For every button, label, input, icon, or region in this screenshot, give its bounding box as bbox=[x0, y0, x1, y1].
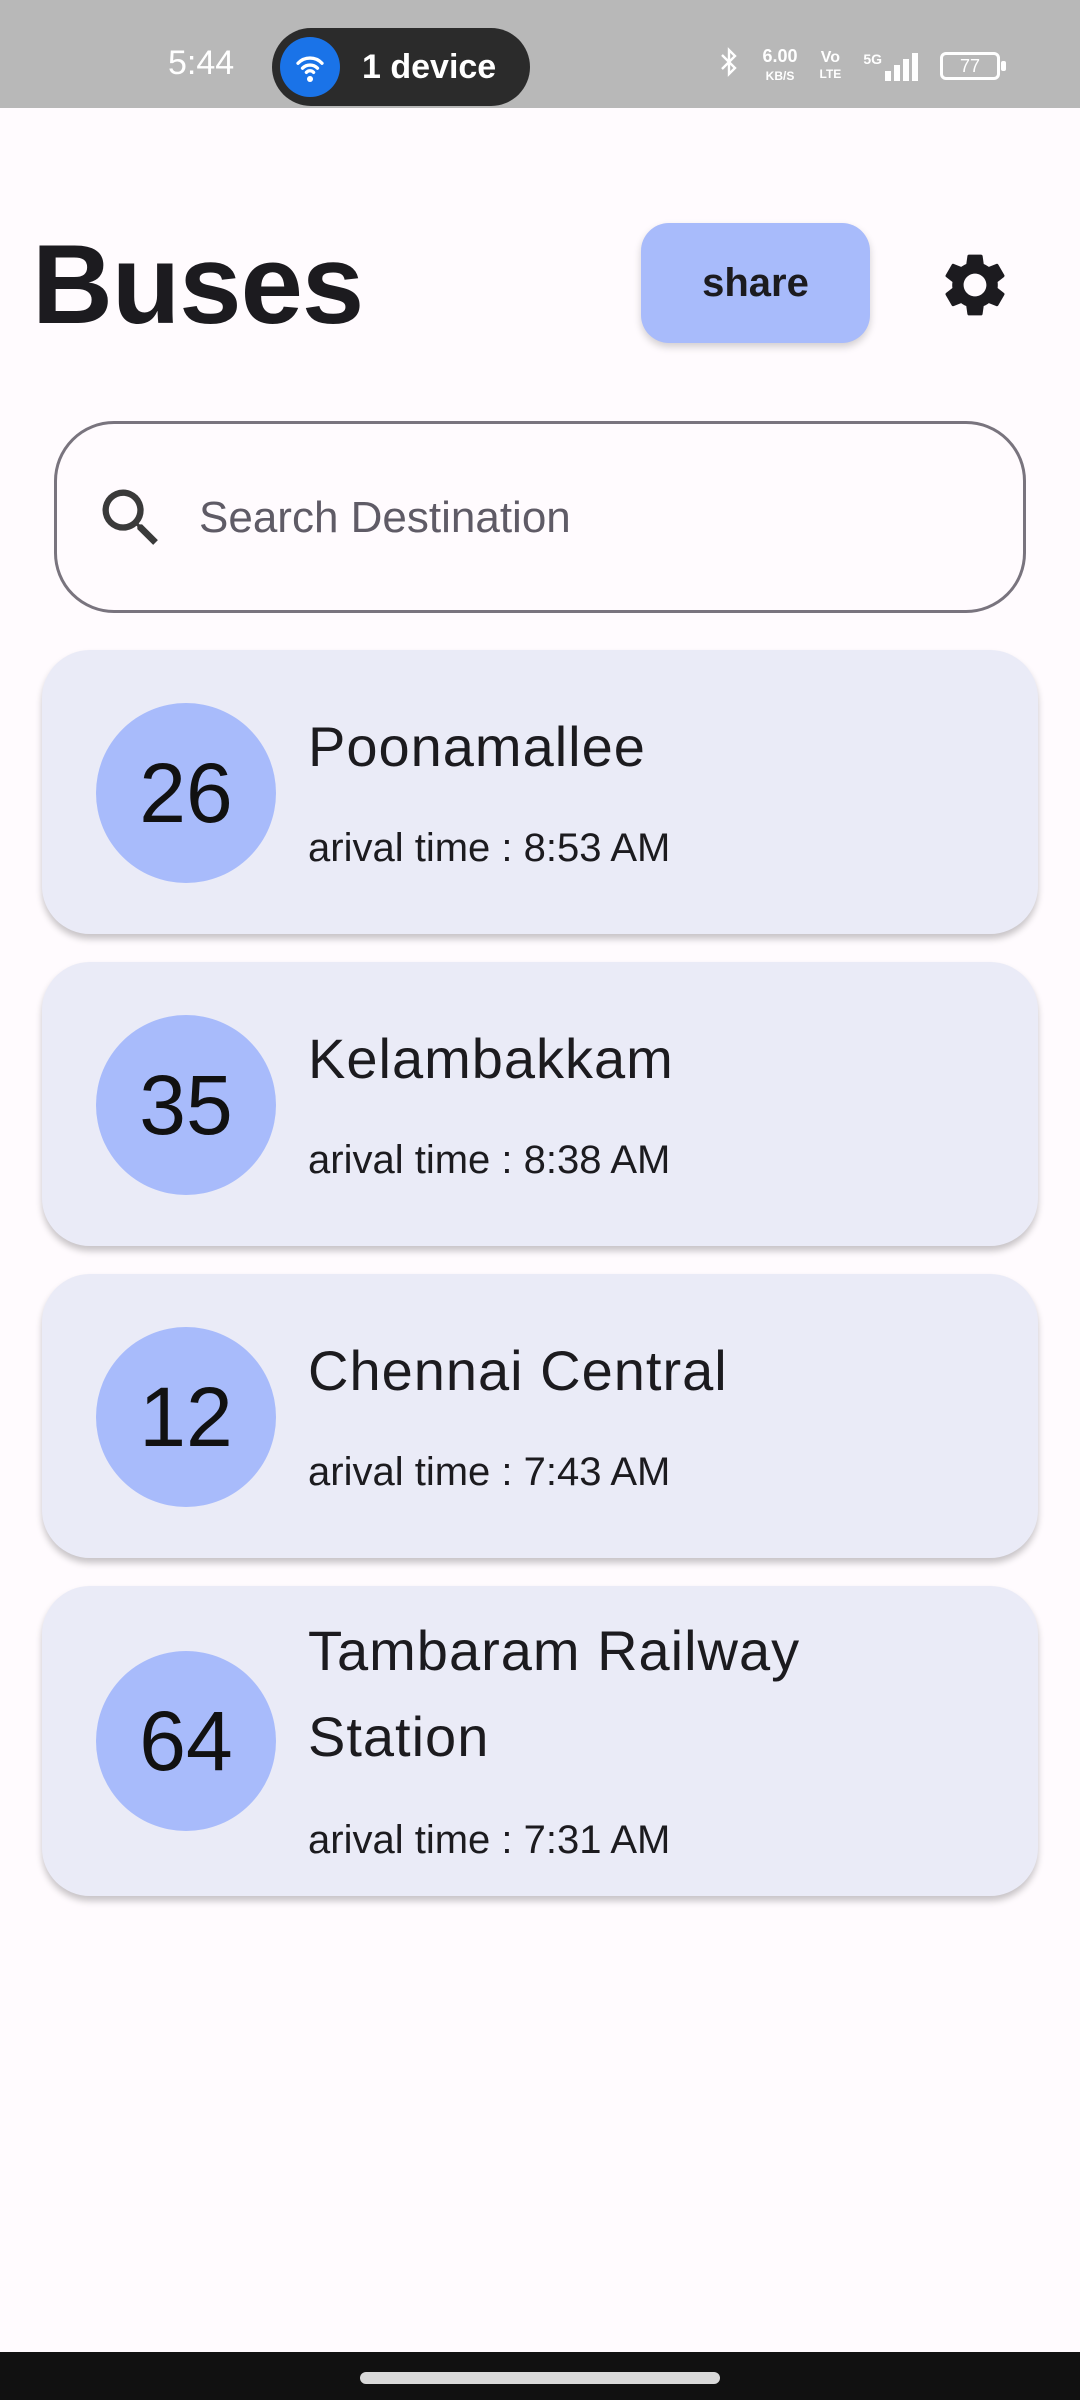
network-speed-unit: KB/S bbox=[765, 69, 795, 83]
bus-card[interactable]: 26 Poonamallee arival time : 8:53 AM bbox=[42, 650, 1038, 934]
bus-destination: Poonamallee bbox=[308, 715, 646, 778]
route-number-badge: 26 bbox=[96, 703, 276, 883]
volte-indicator: Vo LTE bbox=[820, 50, 842, 82]
bus-destination: Kelambakkam bbox=[308, 1027, 674, 1090]
route-number-badge: 35 bbox=[96, 1015, 276, 1195]
battery-level: 77 bbox=[959, 56, 981, 76]
bus-card[interactable]: 35 Kelambakkam arival time : 8:38 AM bbox=[42, 962, 1038, 1246]
status-bar: 5:44 1 device 6.00 KB/S Vo LTE 5G 77 bbox=[0, 0, 1080, 108]
status-icons: 6.00 KB/S Vo LTE 5G 77 bbox=[718, 46, 1006, 86]
status-time: 5:44 bbox=[168, 44, 235, 82]
battery-icon: 77 bbox=[940, 52, 1006, 80]
home-indicator[interactable] bbox=[360, 2372, 720, 2384]
device-count-label: 1 device bbox=[362, 48, 497, 86]
bus-card[interactable]: 64 Tambaram Railway Station arival time … bbox=[42, 1586, 1038, 1896]
navigation-bar bbox=[0, 2352, 1080, 2400]
settings-button[interactable] bbox=[930, 242, 1020, 332]
search-icon bbox=[93, 480, 169, 561]
network-speed-value: 6.00 bbox=[762, 46, 798, 66]
connected-devices-pill[interactable]: 1 device bbox=[272, 28, 530, 106]
network-speed: 6.00 KB/S bbox=[762, 47, 797, 85]
bus-arrival-time: arival time : 8:53 AM bbox=[308, 826, 671, 870]
signal-icon: 5G bbox=[863, 51, 918, 81]
gear-icon bbox=[937, 247, 1013, 328]
bus-arrival-time: arival time : 8:38 AM bbox=[308, 1138, 671, 1182]
bus-arrival-time: arival time : 7:31 AM bbox=[308, 1818, 671, 1862]
search-input[interactable] bbox=[199, 474, 979, 562]
page-title: Buses bbox=[32, 222, 364, 347]
bus-destination: Tambaram Railway Station bbox=[308, 1619, 801, 1768]
share-button[interactable]: share bbox=[641, 223, 870, 343]
bus-card[interactable]: 12 Chennai Central arival time : 7:43 AM bbox=[42, 1274, 1038, 1558]
hotspot-icon bbox=[280, 37, 340, 97]
volte-top-label: Vo bbox=[820, 49, 841, 66]
route-number-badge: 64 bbox=[96, 1651, 276, 1831]
route-number-badge: 12 bbox=[96, 1327, 276, 1507]
network-type-label: 5G bbox=[863, 51, 882, 67]
bus-arrival-time: arival time : 7:43 AM bbox=[308, 1450, 671, 1494]
bus-destination: Chennai Central bbox=[308, 1339, 728, 1402]
bluetooth-icon bbox=[718, 46, 740, 86]
search-bar[interactable] bbox=[54, 421, 1026, 613]
volte-bottom-label: LTE bbox=[819, 67, 842, 81]
